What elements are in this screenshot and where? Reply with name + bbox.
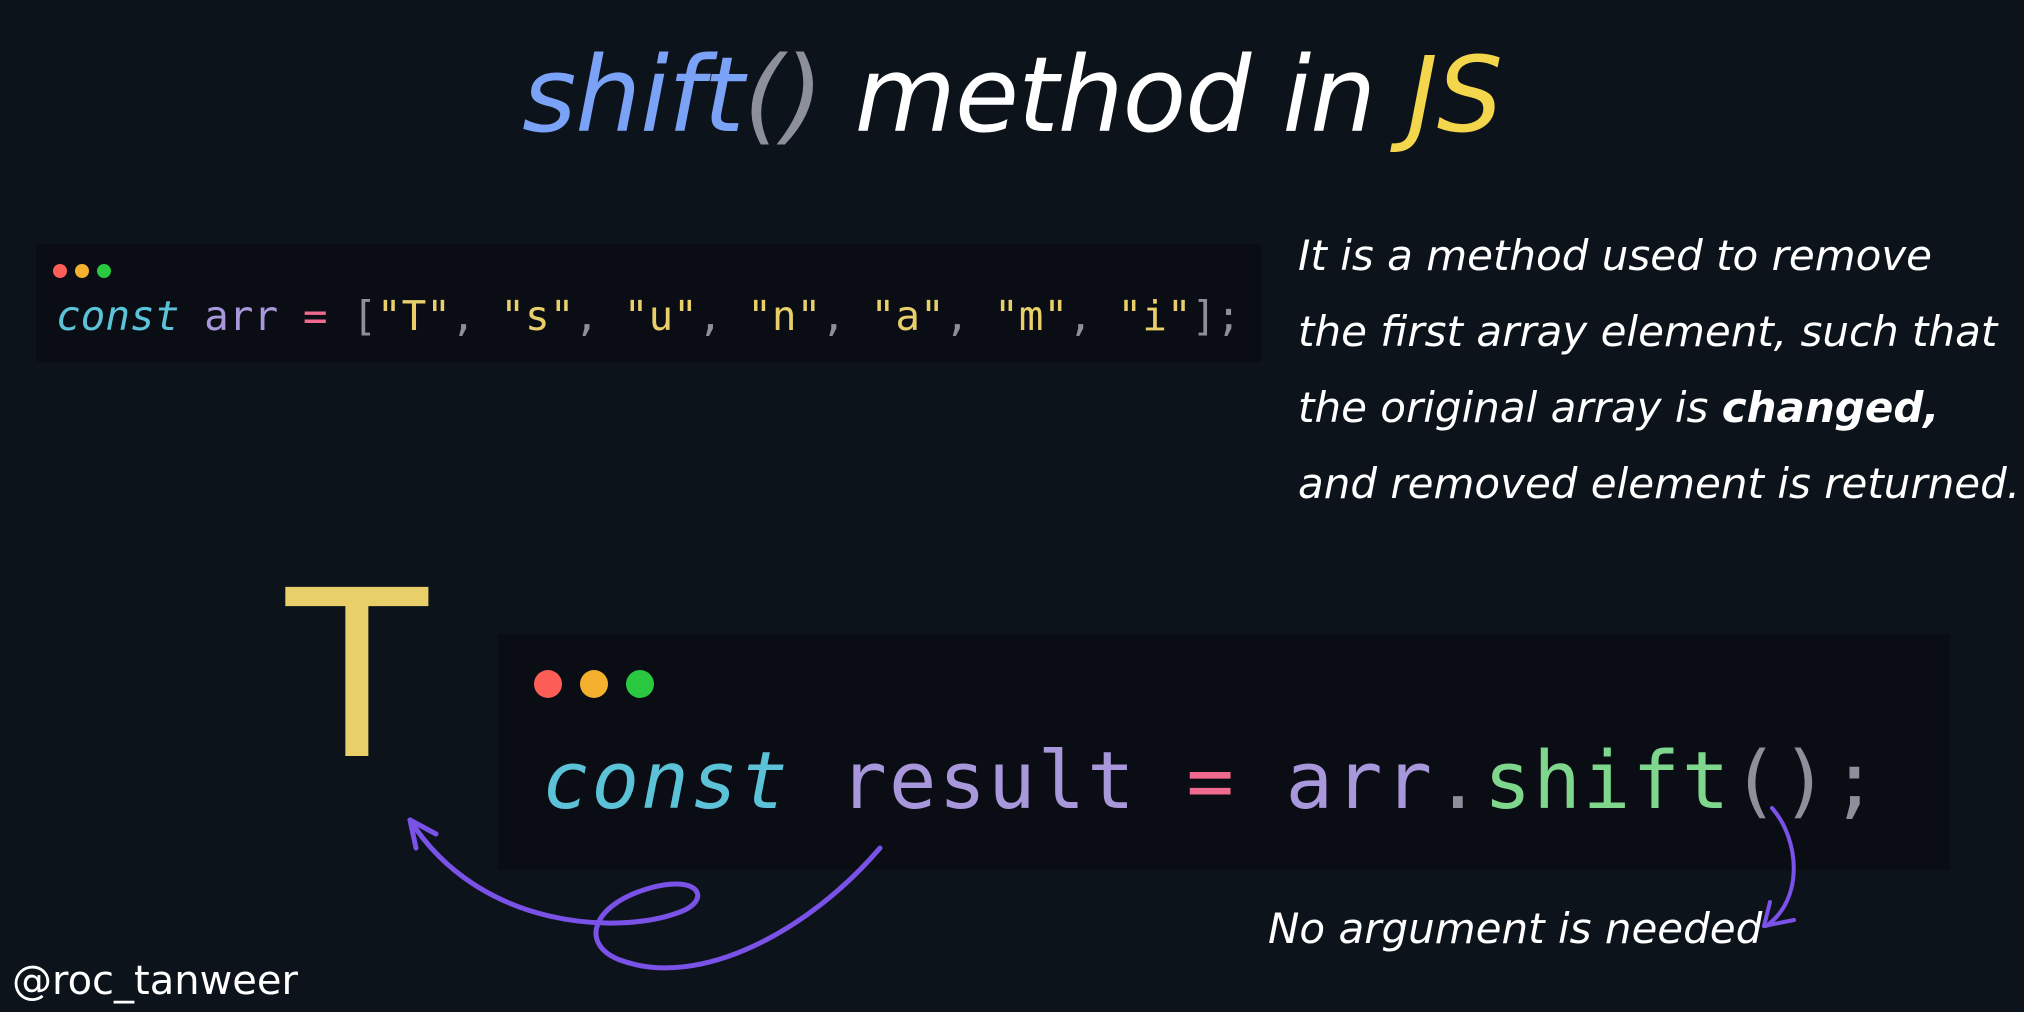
loop-arrow-icon	[407, 817, 883, 971]
loop-arrowhead-icon	[407, 817, 439, 851]
author-handle: @roc_tanweer	[12, 958, 298, 1004]
annotation-arrows	[407, 806, 1796, 971]
no-argument-note: No argument is needed	[1268, 904, 1763, 953]
